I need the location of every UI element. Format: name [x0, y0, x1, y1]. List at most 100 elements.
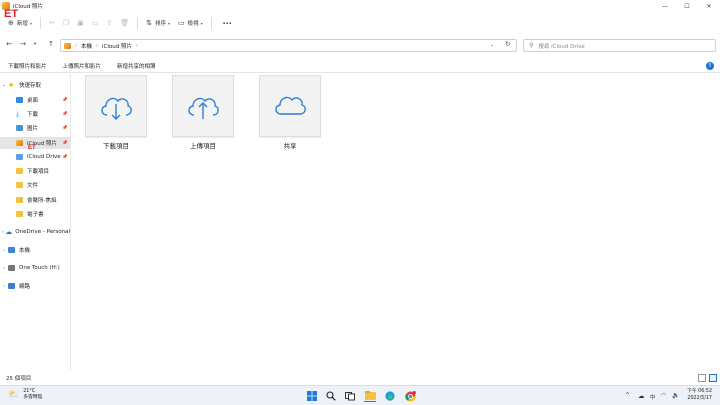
- system-clock[interactable]: 下午 06:52 2022/5/17: [680, 388, 712, 402]
- volume-icon[interactable]: 🔈: [672, 392, 679, 399]
- ime-indicator[interactable]: 中: [650, 393, 656, 401]
- chevron-down-icon: ▾: [167, 20, 170, 26]
- file-explorer-taskbar-button[interactable]: [364, 390, 376, 402]
- chevron-right-icon: ›: [96, 42, 99, 49]
- sidebar-item-network[interactable]: › 網路: [0, 280, 70, 292]
- info-icon[interactable]: !: [706, 62, 714, 70]
- share-button[interactable]: ⇪: [102, 15, 116, 31]
- search-icon: [326, 391, 336, 401]
- divider: [39, 17, 41, 29]
- sidebar-item-label: 網路: [19, 284, 31, 290]
- chrome-browser-icon: [404, 390, 416, 401]
- large-icons-view-icon[interactable]: [709, 374, 717, 382]
- sidebar-item-label: 桌面: [27, 98, 39, 104]
- wifi-icon[interactable]: ◠: [661, 392, 666, 399]
- tile-downloads[interactable]: [85, 75, 147, 137]
- onedrive-tray-icon[interactable]: ☁: [638, 392, 645, 400]
- folder-icon: [16, 182, 23, 188]
- edge-taskbar-button[interactable]: [384, 390, 396, 402]
- sidebar-item-folder[interactable]: 會聚所-焦焰: [0, 194, 70, 206]
- sidebar-item-icloud-drive[interactable]: iCloud Drive 📌: [0, 151, 70, 163]
- recent-locations-button[interactable]: ▾: [30, 42, 40, 47]
- search-input[interactable]: ⚲ 搜尋 iCloud Drive: [523, 39, 716, 52]
- weather-text: 21°C 多雲時陰: [23, 389, 42, 401]
- minimize-button[interactable]: —: [654, 0, 676, 12]
- delete-button[interactable]: 🗑: [116, 15, 133, 31]
- folder-icon: [16, 197, 23, 203]
- tile-uploads-label: 上傳項目: [190, 142, 216, 150]
- search-taskbar-button[interactable]: [325, 390, 337, 402]
- more-options-button[interactable]: ···: [216, 15, 236, 31]
- up-button[interactable]: ↑: [46, 40, 56, 48]
- download-icon: ⤓: [16, 109, 20, 118]
- sidebar-item-this-pc[interactable]: › 本機: [0, 244, 70, 256]
- cut-button[interactable]: ✂: [45, 15, 59, 31]
- clock-time: 下午 06:52: [687, 389, 712, 394]
- download-photos-link[interactable]: 下載照片和影片: [0, 62, 55, 70]
- sidebar-item-downloads[interactable]: ⤓ 下載 📌: [0, 108, 70, 120]
- close-button[interactable]: ✕: [698, 0, 720, 12]
- plus-circle-icon: ⊕: [8, 19, 14, 27]
- paste-button[interactable]: ▣: [73, 15, 88, 31]
- maximize-button[interactable]: ☐: [676, 0, 698, 12]
- watermark-logo-small: ET: [28, 145, 36, 151]
- folder-icon: [16, 211, 23, 217]
- sidebar-item-downloads-folder[interactable]: 下載項目: [0, 165, 70, 177]
- icloud-photos-icon: [64, 42, 71, 49]
- command-bar: ⊕ 新增 ▾ ✂ ❐ ▣ ▭ ⇪ 🗑 ⇅ 排序 ▾ ▭ 檢視 ▾ ···: [0, 13, 720, 33]
- tile-shared[interactable]: [259, 75, 321, 137]
- window-controls: — ☐ ✕: [654, 0, 720, 12]
- new-button[interactable]: ⊕ 新增 ▾: [4, 15, 36, 31]
- address-bar[interactable]: › 本機 › iCloud 照片 ›: [60, 39, 517, 52]
- sidebar-item-pictures[interactable]: 圖片 📌: [0, 122, 70, 134]
- new-shared-album-link[interactable]: 新增共享的相簿: [109, 62, 164, 70]
- sidebar-item-desktop[interactable]: 桌面 📌: [0, 94, 70, 106]
- clock-date: 2022/5/17: [687, 396, 712, 401]
- address-row: ← → ▾ ↑ › 本機 › iCloud 照片 › ⌄ ↻ ⚲ 搜尋 iClo…: [0, 37, 720, 55]
- weather-widget[interactable]: ⛅ 21°C 多雲時陰: [8, 389, 42, 401]
- upload-photos-link[interactable]: 上傳照片和影片: [55, 62, 110, 70]
- breadcrumb-this-pc[interactable]: 本機: [81, 42, 92, 50]
- pin-icon: 📌: [62, 111, 68, 117]
- computer-icon: [8, 247, 15, 253]
- taskbar: ⛅ 21°C 多雲時陰 ^ ☁ 中 ◠ 🔈 下午 06:52 2022/5/17: [0, 385, 720, 405]
- breadcrumb-icloud-photos[interactable]: iCloud 照片: [102, 42, 132, 50]
- pin-icon: 📌: [62, 97, 68, 103]
- more-icon: ···: [222, 18, 232, 28]
- details-view-icon[interactable]: [698, 374, 706, 382]
- onedrive-cloud-icon: ☁: [5, 228, 13, 236]
- file-explorer-icon: [364, 391, 376, 400]
- sidebar-item-quick-access[interactable]: ⌄ ★ 快速存取: [0, 79, 70, 91]
- refresh-icon[interactable]: ↻: [505, 40, 511, 48]
- tile-downloads-label: 下載項目: [103, 142, 129, 150]
- cloud-download-icon: [101, 97, 132, 120]
- scissors-icon: ✂: [48, 19, 55, 27]
- title-bar: iCloud 照片 — ☐ ✕: [0, 0, 720, 12]
- chevron-right-icon: ›: [3, 247, 5, 253]
- folder-icon: [16, 168, 23, 174]
- drive-icon: [8, 265, 15, 271]
- back-button[interactable]: ←: [4, 40, 14, 48]
- start-button[interactable]: [306, 390, 318, 402]
- search-icon: ⚲: [529, 42, 534, 49]
- task-view-button[interactable]: [344, 390, 356, 402]
- show-hidden-icons-button[interactable]: ^: [625, 392, 630, 399]
- item-count: 25 個項目: [6, 376, 32, 382]
- sidebar-item-one-touch[interactable]: › One Touch (H:): [0, 262, 70, 274]
- rename-icon: ▭: [91, 19, 99, 27]
- chevron-right-icon: ›: [75, 42, 77, 49]
- chrome-taskbar-button[interactable]: [404, 390, 416, 402]
- rename-button[interactable]: ▭: [88, 15, 103, 31]
- sidebar-item-onedrive[interactable]: › ☁ OneDrive - Personal: [0, 226, 70, 238]
- forward-button[interactable]: →: [18, 40, 28, 48]
- network-icon: [8, 283, 15, 289]
- view-button[interactable]: ▭ 檢視 ▾: [174, 15, 207, 31]
- sidebar-item-ebooks[interactable]: 電子書: [0, 208, 70, 220]
- copy-button[interactable]: ❐: [59, 15, 73, 31]
- sort-button[interactable]: ⇅ 排序 ▾: [142, 15, 174, 31]
- address-dropdown-icon[interactable]: ⌄: [490, 42, 494, 48]
- tile-uploads[interactable]: [172, 75, 234, 137]
- chevron-down-icon: ⌄: [2, 82, 6, 88]
- cloud-icon: [275, 96, 306, 115]
- sidebar-item-documents[interactable]: 文件: [0, 179, 70, 191]
